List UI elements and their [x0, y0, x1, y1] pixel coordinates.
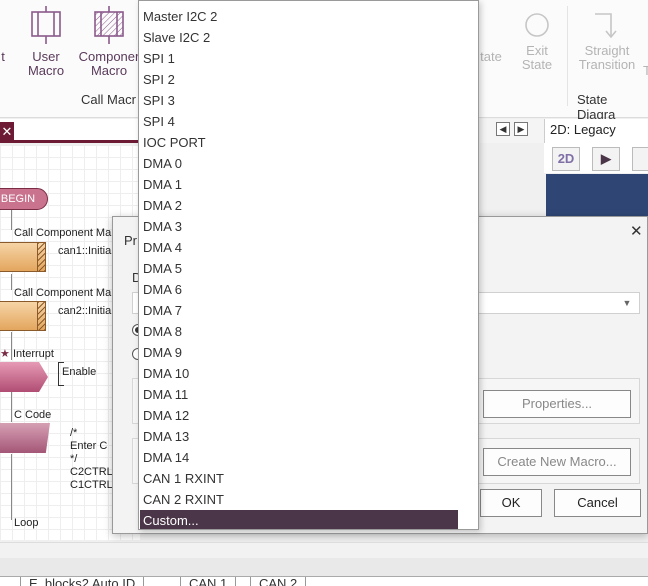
straight-transition-label-2: Transition — [578, 57, 636, 72]
chevron-down-icon[interactable]: ▼ — [620, 296, 634, 310]
scroll-right-icon[interactable]: ▶ — [514, 122, 528, 136]
c-code-label: C Code — [14, 409, 52, 421]
ribbon-partial-button[interactable]: t — [0, 50, 8, 64]
flow-connector — [11, 454, 12, 520]
create-new-macro-button[interactable]: Create New Macro... — [483, 448, 631, 476]
begin-block[interactable]: BEGIN — [0, 188, 48, 210]
dropdown-item[interactable]: Slave I2C 2 — [140, 27, 458, 48]
dropdown-item[interactable]: IOC PORT — [140, 132, 458, 153]
dropdown-item[interactable]: DMA 9 — [140, 342, 458, 363]
user-macro-icon — [31, 6, 61, 44]
scroll-left-icon[interactable]: ◀ — [496, 122, 510, 136]
dropdown-item[interactable]: DMA 11 — [140, 384, 458, 405]
dropdown-item[interactable]: SPI 1 — [140, 48, 458, 69]
flow-connector — [11, 332, 12, 360]
flow-connector — [11, 210, 12, 230]
call-macro-group-label: Call Macr — [81, 92, 136, 107]
c-code-block[interactable] — [0, 423, 50, 453]
status-strip — [0, 558, 648, 578]
interrupt-source-dropdown[interactable]: Master I2C 2 Slave I2C 2 SPI 1 SPI 2 SPI 3 SP… — [138, 0, 479, 530]
panel-tool-icon[interactable] — [632, 147, 648, 171]
ribbon-separator — [567, 6, 568, 106]
flow-connector — [11, 392, 12, 422]
interrupt-block[interactable] — [0, 362, 48, 392]
dropdown-item[interactable]: DMA 10 — [140, 363, 458, 384]
c-code-line: */ — [70, 453, 78, 465]
component-macro-label-2: Macro — [90, 63, 128, 78]
tab-can-1[interactable]: CAN 1 — [180, 577, 237, 586]
component-macro-icon — [94, 6, 124, 44]
component-macro-label-1: Componer — [78, 49, 140, 64]
dialog-title: Pr — [124, 233, 137, 248]
c-code-line: Enter C — [70, 440, 108, 452]
dropdown-item[interactable]: DMA 3 — [140, 216, 458, 237]
dashboard-toolbar: 2D ▶ — [544, 143, 648, 173]
dropdown-list: Master I2C 2 Slave I2C 2 SPI 1 SPI 2 SPI 3 SP… — [140, 6, 458, 529]
dropdown-item[interactable]: DMA 1 — [140, 174, 458, 195]
flow-connector — [11, 274, 12, 290]
c-code-line: C2CTRL — [70, 466, 113, 478]
dropdown-item[interactable]: Master I2C 2 — [140, 6, 458, 27]
call-component-block[interactable] — [0, 242, 46, 272]
call-component-label: Call Component Ma — [14, 287, 112, 299]
dropdown-item[interactable]: CAN 2 RXINT — [140, 489, 458, 510]
view-2d-button[interactable]: 2D — [552, 147, 580, 171]
dropdown-item[interactable]: DMA 8 — [140, 321, 458, 342]
flowchart-close-icon[interactable]: ✕ — [0, 122, 14, 142]
flowchart-tab-bar — [0, 119, 140, 143]
straight-transition-button[interactable]: Straight Transition — [574, 10, 640, 72]
dropdown-item[interactable]: DMA 12 — [140, 405, 458, 426]
interrupt-detail: Enable — [62, 366, 97, 378]
straight-transition-icon — [595, 13, 617, 39]
straight-transition-label-1: Straight — [584, 43, 630, 58]
user-macro-label-2: Macro — [27, 63, 65, 78]
user-macro-button[interactable]: User Macro — [20, 4, 72, 78]
dropdown-item[interactable]: DMA 7 — [140, 300, 458, 321]
state-button[interactable]: tate — [478, 50, 504, 64]
dropdown-item[interactable]: CAN 1 RXINT — [140, 468, 458, 489]
user-macro-label-1: User — [32, 49, 60, 64]
c-code-line: /* — [70, 427, 78, 439]
exit-state-label-2: State — [521, 57, 553, 72]
component-macro-button[interactable]: Componer Macro — [74, 4, 144, 78]
interrupt-star-icon: ★ — [0, 348, 10, 360]
state-label: tate — [480, 49, 502, 64]
dropdown-item[interactable]: SPI 2 — [140, 69, 458, 90]
ribbon-partial-right-label: T — [643, 63, 648, 78]
tab-2d-legacy-dashboard[interactable]: 2D: Legacy Dash — [544, 119, 648, 159]
exit-state-label-1: Exit — [526, 43, 548, 58]
c-code-text: /* Enter C */ C2CTRL C1CTRL — [70, 427, 113, 492]
properties-button[interactable]: Properties... — [483, 390, 631, 418]
exit-state-icon — [525, 13, 549, 37]
bottom-tab-bar: E_blocks2 Auto ID CAN 1 CAN 2 — [0, 576, 648, 586]
tab-e-blocks2-auto-id[interactable]: E_blocks2 Auto ID — [20, 577, 145, 586]
state-diagram-group-label: State Diagra — [577, 92, 616, 122]
dropdown-item[interactable]: DMA 2 — [140, 195, 458, 216]
dropdown-item[interactable]: SPI 3 — [140, 90, 458, 111]
horizontal-scrollbar[interactable] — [0, 542, 648, 558]
call-component-block[interactable] — [0, 301, 46, 331]
dropdown-item[interactable]: DMA 4 — [140, 237, 458, 258]
ribbon-partial-label: t — [1, 49, 5, 64]
dropdown-item[interactable]: DMA 13 — [140, 426, 458, 447]
call-component-detail: can1::Initia — [58, 245, 112, 257]
dropdown-item[interactable]: DMA 6 — [140, 279, 458, 300]
interrupt-label: Interrupt — [13, 348, 54, 360]
c-code-line: C1CTRL — [70, 479, 113, 491]
cancel-button[interactable]: Cancel — [554, 489, 641, 517]
ribbon-partial-right-button[interactable]: T — [642, 64, 648, 78]
dropdown-item[interactable]: DMA 14 — [140, 447, 458, 468]
dropdown-item[interactable]: DMA 0 — [140, 153, 458, 174]
loop-label: Loop — [14, 517, 39, 529]
tab-can-2[interactable]: CAN 2 — [250, 577, 307, 586]
exit-state-button[interactable]: Exit State — [515, 10, 559, 72]
dropdown-item[interactable]: Custom... — [140, 510, 458, 529]
dialog-close-icon[interactable]: ✕ — [630, 222, 643, 240]
dropdown-item[interactable]: DMA 5 — [140, 258, 458, 279]
pointer-tool-icon[interactable]: ▶ — [592, 147, 620, 171]
call-component-detail: can2::Initia — [58, 305, 112, 317]
dropdown-item[interactable]: SPI 4 — [140, 111, 458, 132]
call-component-label: Call Component Ma — [14, 227, 112, 239]
ok-button[interactable]: OK — [480, 489, 542, 517]
